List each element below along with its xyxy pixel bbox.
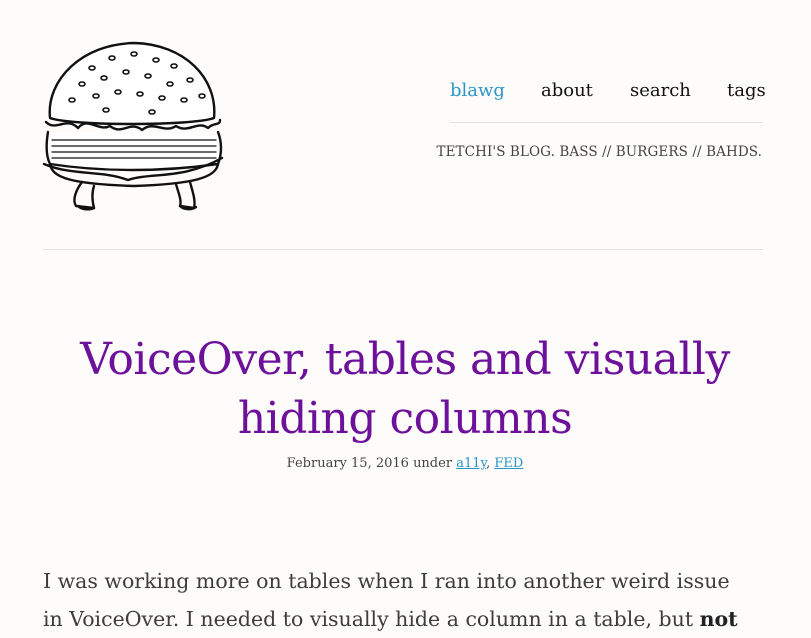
paragraph-line-1: I was working more on tables when I ran … <box>43 569 730 593</box>
post-title: VoiceOver, tables and visually hiding co… <box>43 330 767 448</box>
paragraph-bold-text: not <box>699 607 738 631</box>
paragraph-line-2: in VoiceOver. I needed to visually hide … <box>43 607 694 631</box>
under-label: under <box>413 456 453 471</box>
main-nav: blawg about search tags <box>450 78 766 123</box>
nav-link-tags[interactable]: tags <box>727 80 766 101</box>
site-tagline: TETCHI'S BLOG. BASS // BURGERS // BAHDS. <box>436 144 762 160</box>
burger-logo-icon[interactable] <box>42 40 226 212</box>
header-divider <box>43 249 763 250</box>
post-date: February 15, 2016 <box>286 456 409 471</box>
nav-link-blawg[interactable]: blawg <box>450 80 505 101</box>
nav-link-about[interactable]: about <box>541 80 593 101</box>
post-title-line-2: hiding columns <box>237 393 573 444</box>
post-meta: February 15, 2016 under a11y, FED <box>43 456 767 471</box>
tag-link-a11y[interactable]: a11y <box>456 456 486 471</box>
post-paragraph: I was working more on tables when I ran … <box>43 562 763 638</box>
post-title-line-1: VoiceOver, tables and visually <box>80 334 730 385</box>
nav-link-search[interactable]: search <box>630 80 691 101</box>
tag-link-fed[interactable]: FED <box>494 456 523 471</box>
tag-separator: , <box>486 456 491 471</box>
